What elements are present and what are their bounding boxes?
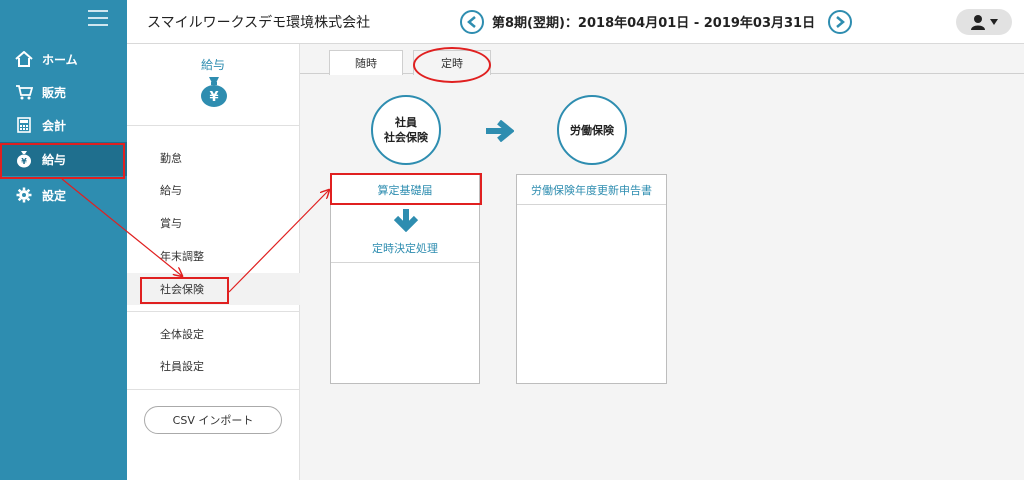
- nav-item-label: 会計: [42, 118, 67, 133]
- nav-item-sales[interactable]: 販売: [0, 75, 127, 109]
- main-content: 随時 定時 社員 社会保険 労働保険 算定基礎届 定時決定処理 労働保険年度更新…: [300, 44, 1024, 480]
- labor-insurance-panel: 労働保険年度更新申告書: [516, 174, 667, 384]
- salary-submenu: 給与 ¥ 勤怠 給与 賞与 年末調整 社会保険 全体設定 社員設定 CSV イン…: [127, 44, 300, 480]
- next-period-button[interactable]: [828, 10, 852, 34]
- employee-social-insurance-panel: 算定基礎届 定時決定処理: [330, 174, 480, 384]
- chevron-right-icon: [836, 16, 845, 28]
- submenu-item-bonus[interactable]: 賞与: [127, 207, 300, 239]
- annotation-highlight-regular-tab: [413, 47, 491, 83]
- user-icon: [970, 15, 985, 30]
- svg-text:¥: ¥: [209, 90, 218, 105]
- csv-import-button[interactable]: CSV インポート: [144, 406, 282, 434]
- submenu-item-salary[interactable]: 給与: [127, 174, 300, 206]
- nav-item-label: 販売: [42, 85, 67, 100]
- user-menu-button[interactable]: [956, 9, 1012, 35]
- left-navigation: ホーム 販売 会計 ¥ 給与 設定: [0, 0, 127, 480]
- circle-label-line1: 社員: [395, 116, 417, 129]
- circle-label: 労働保険: [570, 123, 614, 137]
- submenu-item-attendance[interactable]: 勤怠: [127, 142, 300, 174]
- submenu-item-employee-settings[interactable]: 社員設定: [127, 350, 300, 382]
- labor-insurance-circle: 労働保険: [557, 95, 627, 165]
- tab-adhoc[interactable]: 随時: [329, 50, 403, 75]
- submenu-item-general-settings[interactable]: 全体設定: [127, 318, 300, 350]
- arrow-down-icon: [393, 209, 419, 232]
- teiji-kettei-shori-link[interactable]: 定時決定処理: [331, 233, 479, 263]
- nav-item-label: 設定: [42, 188, 67, 203]
- money-bag-icon: ¥: [201, 77, 227, 107]
- home-icon: [14, 51, 34, 67]
- annotation-highlight-salary: [0, 143, 125, 179]
- divider: [127, 311, 300, 312]
- cart-icon: [14, 84, 34, 100]
- divider: [127, 389, 300, 390]
- tab-bar: 随時 定時: [300, 44, 1024, 75]
- calculator-icon: [14, 117, 34, 133]
- chevron-left-icon: [467, 16, 476, 28]
- nav-item-accounting[interactable]: 会計: [0, 108, 127, 142]
- fiscal-period-label: 第8期(翌期)：2018年04月01日 - 2019年03月31日: [492, 16, 816, 31]
- arrow-right-icon: [486, 120, 514, 142]
- nav-item-label: ホーム: [42, 52, 78, 67]
- caret-down-icon: [989, 19, 998, 25]
- employee-social-insurance-circle: 社員 社会保険: [371, 95, 441, 165]
- circle-label-line2: 社会保険: [384, 131, 428, 144]
- gear-icon: [14, 187, 34, 203]
- annotation-highlight-social-insurance: [140, 277, 229, 304]
- submenu-item-year-end-adjustment[interactable]: 年末調整: [127, 240, 300, 272]
- submenu-header: 給与 ¥: [127, 44, 299, 126]
- hamburger-menu-icon[interactable]: [88, 10, 108, 26]
- nav-item-home[interactable]: ホーム: [0, 42, 127, 76]
- top-header: スマイルワークスデモ環境株式会社 第8期(翌期)：2018年04月01日 - 2…: [127, 0, 1024, 44]
- nav-item-settings[interactable]: 設定: [0, 178, 127, 212]
- company-name: スマイルワークスデモ環境株式会社: [147, 15, 371, 31]
- annotation-highlight-santei: [330, 173, 482, 205]
- submenu-title: 給与: [200, 58, 225, 72]
- labor-insurance-annual-renewal-link[interactable]: 労働保険年度更新申告書: [517, 175, 666, 205]
- previous-period-button[interactable]: [460, 10, 484, 34]
